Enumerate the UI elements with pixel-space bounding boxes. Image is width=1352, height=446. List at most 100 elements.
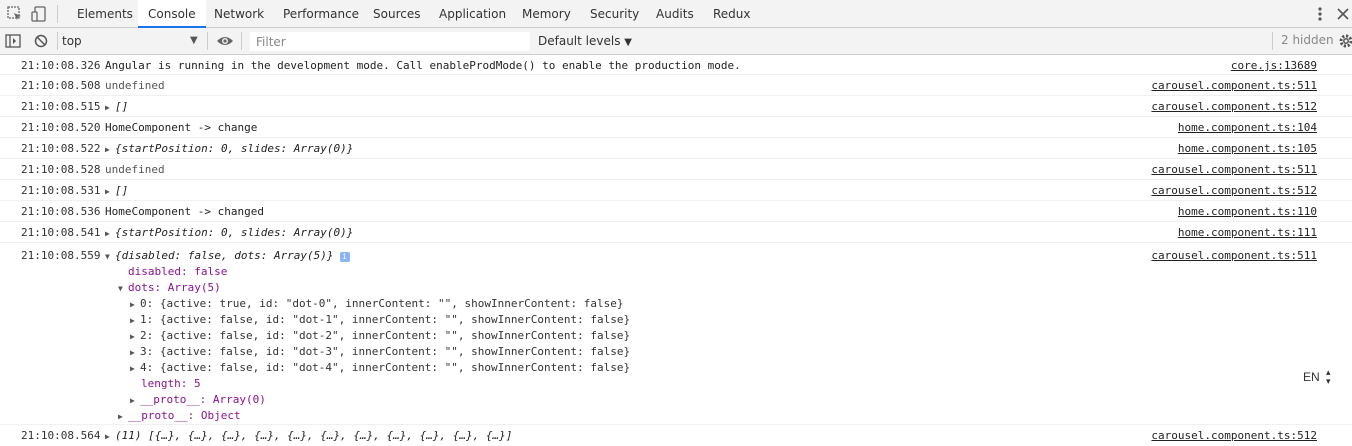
log-source-link[interactable]: carousel.component.ts:511 — [1151, 249, 1317, 262]
log-source-link[interactable]: carousel.component.ts:512 — [1151, 429, 1317, 442]
prop-dots-label: dots: Array(5) — [128, 281, 221, 294]
prop-dots[interactable]: ▼ dots: Array(5) — [118, 281, 221, 294]
dot-entry[interactable]: ▶ 3: {active: false, id: "dot-3", innerCo… — [130, 345, 630, 358]
more-icon[interactable] — [1311, 5, 1329, 23]
levels-chevron-icon: ▼ — [624, 37, 632, 48]
dot-entry[interactable]: ▶ 1: {active: false, id: "dot-1", innerCo… — [130, 313, 630, 326]
chevron-down-icon: ▼ — [190, 35, 198, 46]
context-selector[interactable]: top ▼ — [62, 32, 202, 50]
log-message: ▶ {startPosition: 0, slides: Array(0)} — [105, 226, 353, 239]
log-levels-dropdown[interactable]: Default levels ▼ — [538, 32, 632, 50]
expand-triangle-icon[interactable]: ▶ — [130, 396, 140, 405]
device-icon[interactable] — [30, 5, 48, 23]
eye-icon[interactable] — [216, 34, 234, 48]
tab-performance[interactable]: Performance — [283, 0, 359, 27]
log-message: ▶ (11) [{…}, {…}, {…}, {…}, {…}, {…}, {…}… — [105, 429, 512, 442]
log-message-text: {startPosition: 0, slides: Array(0)} — [115, 226, 354, 239]
language-updown-icon: ▴ ▾ — [1326, 367, 1331, 386]
log-row[interactable]: 21:10:08.541 ▶ {startPosition: 0, slides:… — [0, 222, 1352, 243]
expand-triangle-icon[interactable]: ▶ — [130, 348, 140, 357]
expand-triangle-icon[interactable]: ▶ — [130, 332, 140, 341]
collapse-triangle-icon[interactable]: ▼ — [105, 252, 115, 261]
log-row[interactable]: 21:10:08.515 ▶[] carousel.component.ts:5… — [0, 96, 1352, 117]
log-message: undefined — [105, 79, 165, 92]
log-row-expanded[interactable]: 21:10:08.559 ▼ {disabled: false, dots: Ar… — [0, 243, 1352, 425]
tab-application[interactable]: Application — [439, 0, 506, 27]
expand-triangle-icon[interactable]: ▶ — [105, 229, 115, 238]
log-message: HomeComponent -> change — [105, 121, 258, 134]
log-timestamp: 21:10:08.564 — [21, 429, 101, 442]
log-row: 21:10:08.536 HomeComponent -> changed ho… — [0, 201, 1352, 222]
log-timestamp: 21:10:08.528 — [21, 163, 101, 176]
log-source-link[interactable]: carousel.component.ts:511 — [1151, 163, 1317, 176]
log-source-link[interactable]: home.component.ts:104 — [1178, 121, 1317, 134]
log-source-link[interactable]: carousel.component.ts:512 — [1151, 184, 1317, 197]
log-source-link[interactable]: home.component.ts:111 — [1178, 226, 1317, 239]
close-icon[interactable] — [1334, 5, 1352, 23]
filter-input[interactable] — [250, 32, 530, 51]
log-timestamp: 21:10:08.522 — [21, 142, 101, 155]
dot-entry-text: 3: {active: false, id: "dot-3", innerCon… — [140, 345, 631, 358]
log-timestamp: 21:10:08.536 — [21, 205, 101, 218]
log-row[interactable]: 21:10:08.522 ▶ {startPosition: 0, slides:… — [0, 138, 1352, 159]
expand-triangle-icon[interactable]: ▶ — [105, 145, 115, 154]
log-source-link[interactable]: home.component.ts:110 — [1178, 205, 1317, 218]
expand-triangle-icon[interactable]: ▶ — [105, 187, 115, 196]
tab-network[interactable]: Network — [214, 0, 264, 27]
collapse-triangle-icon[interactable]: ▼ — [118, 284, 128, 293]
hidden-count: 2 hidden — [1281, 33, 1334, 47]
dot-entry[interactable]: ▶ 0: {active: true, id: "dot-0", innerCon… — [130, 297, 623, 310]
expand-triangle-icon[interactable]: ▶ — [130, 364, 140, 373]
log-source-link[interactable]: carousel.component.ts:512 — [1151, 100, 1317, 113]
log-message: ▼ {disabled: false, dots: Array(5)} i — [105, 249, 350, 262]
tab-security[interactable]: Security — [590, 0, 639, 27]
log-message: ▶ {startPosition: 0, slides: Array(0)} — [105, 142, 353, 155]
gear-icon[interactable] — [1338, 33, 1352, 49]
tab-sources[interactable]: Sources — [373, 0, 420, 27]
expand-triangle-icon[interactable]: ▶ — [130, 300, 140, 309]
context-label: top — [62, 34, 82, 48]
expand-triangle-icon[interactable]: ▶ — [105, 432, 115, 441]
sidebar-icon[interactable] — [4, 32, 22, 50]
console-toolbar: top ▼ Default levels ▼ 2 hidden — [0, 28, 1352, 55]
inspect-icon[interactable] — [6, 5, 24, 23]
expand-triangle-icon[interactable]: ▶ — [105, 103, 115, 112]
toolbar-separator-3 — [241, 32, 242, 50]
log-row[interactable]: 21:10:08.531 ▶[] carousel.component.ts:5… — [0, 180, 1352, 201]
devtools-tabbar: Elements Console Network Performance Sou… — [0, 0, 1352, 28]
toolbar-separator-4 — [1272, 32, 1273, 50]
tab-audits[interactable]: Audits — [656, 0, 694, 27]
dot-entry[interactable]: ▶ 4: {active: false, id: "dot-4", innerCo… — [130, 361, 630, 374]
log-timestamp: 21:10:08.559 — [21, 249, 101, 262]
log-message: undefined — [105, 163, 165, 176]
log-row: 21:10:08.520 HomeComponent -> change hom… — [0, 117, 1352, 138]
dot-entry-text: 4: {active: false, id: "dot-4", innerCon… — [140, 361, 631, 374]
dot-entry-text: 0: {active: true, id: "dot-0", innerCont… — [140, 297, 624, 310]
dot-entry[interactable]: ▶ 2: {active: false, id: "dot-2", innerCo… — [130, 329, 630, 342]
log-row[interactable]: 21:10:08.564 ▶ (11) [{…}, {…}, {…}, {…}, … — [0, 425, 1352, 446]
log-source-link[interactable]: home.component.ts:105 — [1178, 142, 1317, 155]
console-log: 21:10:08.326 Angular is running in the d… — [0, 55, 1352, 446]
language-indicator[interactable]: EN ▴ ▾ — [1293, 368, 1337, 386]
expand-triangle-icon[interactable]: ▶ — [118, 412, 128, 421]
prop-disabled: disabled: false — [128, 265, 228, 278]
log-message-text: {startPosition: 0, slides: Array(0)} — [115, 142, 354, 155]
language-label: EN — [1303, 370, 1320, 384]
tab-memory[interactable]: Memory — [522, 0, 571, 27]
prop-proto-array[interactable]: ▶ __proto__: Array(0) — [130, 393, 266, 406]
log-levels-label: Default levels — [538, 34, 621, 48]
log-message-text: (11) [{…}, {…}, {…}, {…}, {…}, {…}, {…},… — [115, 429, 513, 442]
dot-entry-text: 1: {active: false, id: "dot-1", innerCon… — [140, 313, 631, 326]
log-message: HomeComponent -> changed — [105, 205, 264, 218]
prop-proto-array-label: __proto__: Array(0) — [140, 393, 266, 406]
clear-icon[interactable] — [33, 33, 49, 49]
info-icon[interactable]: i — [339, 252, 350, 262]
log-source-link[interactable]: core.js:13689 — [1231, 59, 1317, 72]
expand-triangle-icon[interactable]: ▶ — [130, 316, 140, 325]
tab-console[interactable]: Console — [138, 0, 206, 28]
tab-elements[interactable]: Elements — [77, 0, 133, 27]
prop-proto-object[interactable]: ▶ __proto__: Object — [118, 409, 241, 422]
log-timestamp: 21:10:08.508 — [21, 79, 101, 92]
tab-redux[interactable]: Redux — [713, 0, 751, 27]
log-source-link[interactable]: carousel.component.ts:511 — [1151, 79, 1317, 92]
